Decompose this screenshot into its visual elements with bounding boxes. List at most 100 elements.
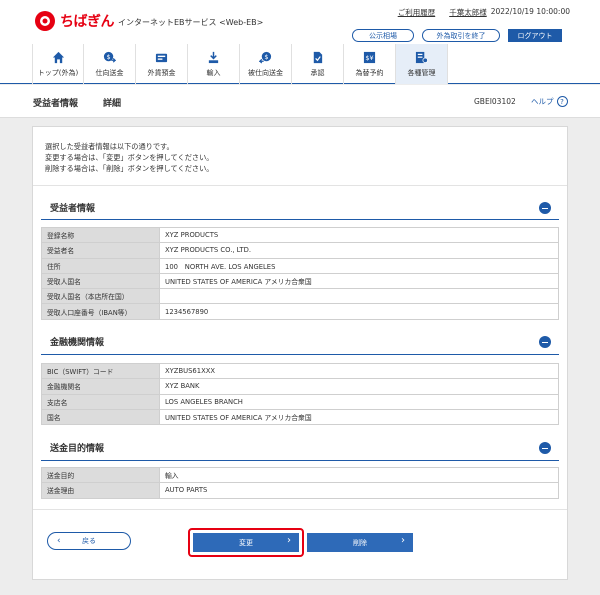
field-label: 住所 — [41, 257, 160, 274]
table-row: 国名 UNITED STATES OF AMERICA アメリカ合衆国 — [41, 408, 559, 426]
approve-icon — [313, 51, 323, 63]
usage-history-link[interactable]: ご利用履歴 — [398, 7, 436, 18]
nav-label: 各種管理 — [407, 68, 436, 77]
chevron-right-icon: › — [401, 535, 405, 546]
header: ちばぎん インターネットEBサービス <Web-EB> ご利用履歴 千葉太郎様 … — [0, 0, 600, 44]
field-label: 送金目的 — [41, 466, 160, 484]
chevron-left-icon: ‹ — [57, 536, 61, 546]
table-row: 金融機関名 XYZ BANK — [41, 378, 559, 395]
help-link[interactable]: ヘルプ ? — [531, 96, 568, 107]
section-title-beneficiary: 受益者情報 — [50, 204, 96, 214]
nav-item-fx-deposit[interactable]: 外貨預金 — [136, 44, 188, 84]
section-underline — [41, 354, 559, 355]
section-title-bank: 金融機関情報 — [50, 338, 105, 348]
instruction-message: 選択した受益者情報は以下の通りです。 変更する場合は、「変更」ボタンを押してくだ… — [45, 141, 213, 174]
collapse-bank-icon[interactable] — [539, 336, 551, 348]
field-value: 100 NORTH AVE. LOS ANGELES — [159, 257, 559, 274]
main-nav: トップ(外為) $ 仕向送金 外貨預金 輸入 $ 被仕向送金 承認 $¥ 為替予… — [0, 44, 600, 84]
page-subtitle: 詳細 — [103, 99, 122, 109]
import-icon — [208, 51, 219, 63]
table-row: 受取人国名（本店所在国） — [41, 288, 559, 305]
bank-table: BIC（SWIFT）コード XYZBUS61XXX 金融機関名 XYZ BANK 支… — [41, 362, 559, 426]
user-name-link[interactable]: 千葉太郎様 — [449, 7, 487, 18]
nav-item-fx-contract[interactable]: $¥ 為替予約 — [344, 44, 396, 84]
svg-text:$: $ — [264, 52, 268, 60]
field-value: UNITED STATES OF AMERICA アメリカ合衆国 — [159, 408, 559, 426]
brand-name: ちばぎん — [60, 14, 115, 30]
table-row: 住所 100 NORTH AVE. LOS ANGELES — [41, 257, 559, 274]
field-value: XYZ PRODUCTS CO., LTD. — [159, 242, 559, 259]
nav-item-approval[interactable]: 承認 — [292, 44, 344, 84]
beneficiary-table: 登録名称 XYZ PRODUCTS 受益者名 XYZ PRODUCTS CO., L… — [41, 226, 559, 320]
table-row: 受益者名 XYZ PRODUCTS CO., LTD. — [41, 242, 559, 259]
delete-label: 削除 — [353, 538, 367, 547]
chevron-right-icon: › — [287, 535, 291, 546]
divider — [33, 185, 567, 186]
back-button[interactable]: ‹ 戻る — [47, 532, 131, 550]
table-row: 登録名称 XYZ PRODUCTS — [41, 226, 559, 244]
delete-button[interactable]: 削除 › — [307, 533, 413, 552]
table-row: 支店名 LOS ANGELES BRANCH — [41, 393, 559, 410]
field-label: 受取人国名（本店所在国） — [41, 288, 160, 305]
field-value: XYZBUS61XXX — [159, 362, 559, 380]
table-row: 送金目的 輸入 — [41, 466, 559, 484]
field-value — [159, 288, 559, 305]
help-label: ヘルプ — [531, 97, 554, 106]
change-button[interactable]: 変更 › — [193, 533, 299, 552]
field-label: 支店名 — [41, 393, 160, 410]
table-row: 送金理由 AUTO PARTS — [41, 482, 559, 499]
message-line: 削除する場合は、「削除」ボタンを押してください。 — [45, 164, 214, 173]
help-icon: ? — [556, 96, 568, 107]
nav-item-import[interactable]: 輸入 — [188, 44, 240, 84]
svg-text:$¥: $¥ — [365, 53, 373, 61]
field-value: 輸入 — [159, 466, 559, 484]
management-icon — [415, 51, 428, 63]
message-line: 選択した受益者情報は以下の通りです。 — [45, 142, 174, 151]
end-fx-button[interactable]: 外為取引を終了 — [422, 29, 500, 42]
service-name: インターネットEBサービス <Web-EB> — [118, 18, 264, 27]
content-card: 選択した受益者情報は以下の通りです。 変更する場合は、「変更」ボタンを押してくだ… — [32, 126, 568, 580]
field-label: 受益者名 — [41, 242, 160, 259]
field-value: AUTO PARTS — [159, 482, 559, 499]
current-datetime: 2022/10/19 10:00:00 — [490, 7, 570, 16]
purpose-table: 送金目的 輸入 送金理由 AUTO PARTS — [41, 466, 559, 499]
nav-item-top[interactable]: トップ(外為) — [32, 44, 84, 84]
nav-item-outward-remittance[interactable]: $ 仕向送金 — [84, 44, 136, 84]
deposit-icon — [155, 53, 168, 62]
collapse-purpose-icon[interactable] — [539, 442, 551, 454]
divider — [33, 509, 567, 510]
table-row: 受取人国名 UNITED STATES OF AMERICA アメリカ合衆国 — [41, 272, 559, 290]
nav-item-inward-remittance[interactable]: $ 被仕向送金 — [240, 44, 292, 84]
nav-label: 外貨預金 — [147, 68, 176, 77]
nav-label: トップ(外為) — [37, 68, 79, 77]
nav-label: 為替予約 — [355, 68, 384, 77]
table-row: 受取人口座番号（IBAN等） 1234567890 — [41, 303, 559, 320]
back-label: 戻る — [82, 537, 96, 545]
logout-button[interactable]: ログアウト — [508, 29, 562, 42]
money-send-icon: $ — [103, 51, 116, 63]
nav-label: 輸入 — [206, 68, 221, 77]
field-value: UNITED STATES OF AMERICA アメリカ合衆国 — [159, 272, 559, 290]
bank-logo[interactable]: ちばぎん インターネットEBサービス <Web-EB> — [33, 9, 263, 33]
message-line: 変更する場合は、「変更」ボタンを押してください。 — [45, 153, 214, 162]
section-underline — [41, 219, 559, 220]
collapse-beneficiary-icon[interactable] — [539, 202, 551, 214]
field-label: 金融機関名 — [41, 378, 160, 395]
field-value: XYZ BANK — [159, 378, 559, 395]
change-label: 変更 — [239, 538, 253, 547]
title-bar: 受益者情報 詳細 GBEI03102 ヘルプ ? — [0, 85, 600, 118]
field-label: 登録名称 — [41, 226, 160, 244]
field-label: 受取人国名 — [41, 272, 160, 290]
field-label: 受取人口座番号（IBAN等） — [41, 303, 160, 320]
field-value: XYZ PRODUCTS — [159, 226, 559, 244]
section-underline — [41, 460, 559, 461]
nav-item-management[interactable]: 各種管理 — [396, 44, 448, 84]
field-label: 送金理由 — [41, 482, 160, 499]
nav-label: 仕向送金 — [95, 68, 124, 77]
section-title-purpose: 送金目的情報 — [50, 444, 105, 454]
table-row: BIC（SWIFT）コード XYZBUS61XXX — [41, 362, 559, 380]
field-value: 1234567890 — [159, 303, 559, 320]
home-icon — [52, 51, 64, 63]
fx-contract-icon: $¥ — [363, 51, 376, 63]
public-rates-button[interactable]: 公示相場 — [352, 29, 414, 42]
